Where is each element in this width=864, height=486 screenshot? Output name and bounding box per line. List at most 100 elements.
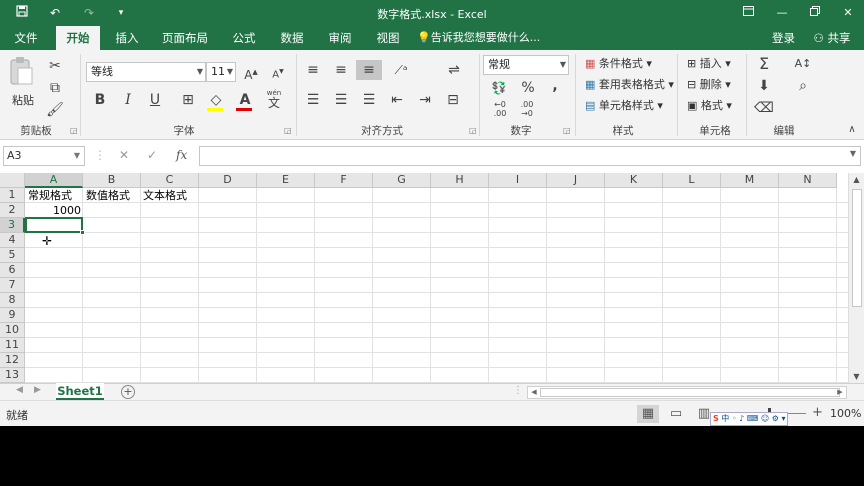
scroll-down-icon[interactable]: ▼ — [849, 371, 864, 383]
horizontal-scrollbar[interactable]: ◀ ▶ — [527, 386, 847, 399]
column-header-e[interactable]: E — [257, 173, 315, 188]
row-header-7[interactable]: 7 — [0, 278, 25, 293]
cut-icon[interactable]: ✂ — [45, 56, 65, 76]
orientation-icon[interactable]: ⟋ᵃ — [391, 60, 411, 80]
delete-cells-button[interactable]: ⊟ 删除 ▾ — [687, 76, 731, 94]
percent-button[interactable]: % — [518, 78, 538, 98]
column-header-n[interactable]: N — [779, 173, 837, 188]
row-header-6[interactable]: 6 — [0, 263, 25, 278]
find-select-icon[interactable]: ⌕ — [793, 76, 813, 96]
shrink-font-icon[interactable]: A▼ — [268, 62, 288, 82]
increase-decimal-icon[interactable]: ←0.00 — [490, 100, 510, 120]
name-box[interactable]: A3 ▼ — [3, 146, 85, 166]
align-bottom-icon[interactable]: ≡ — [356, 60, 382, 80]
cancel-icon[interactable]: ✕ — [119, 148, 129, 162]
fill-icon[interactable]: ⬇ — [754, 76, 774, 96]
column-header-i[interactable]: I — [489, 173, 547, 188]
tab-split-icon[interactable]: ⋮ — [513, 385, 523, 396]
tab-home[interactable]: 开始 — [56, 26, 100, 50]
clear-icon[interactable]: ⌫ — [754, 98, 774, 118]
accounting-format-icon[interactable]: 💱 — [489, 78, 509, 98]
align-left-icon[interactable]: ☰ — [303, 90, 323, 110]
tab-data[interactable]: 数据 — [273, 26, 311, 50]
align-top-icon[interactable]: ≡ — [303, 60, 323, 80]
column-header-g[interactable]: G — [373, 173, 431, 188]
column-header-l[interactable]: L — [663, 173, 721, 188]
row-header-10[interactable]: 10 — [0, 323, 25, 338]
prev-sheet-icon[interactable]: ◀ — [16, 385, 23, 395]
align-middle-icon[interactable]: ≡ — [331, 60, 351, 80]
formula-input[interactable]: ▼ — [199, 146, 861, 166]
row-header-9[interactable]: 9 — [0, 308, 25, 323]
row-header-2[interactable]: 2 — [0, 203, 25, 218]
active-cell-a3[interactable] — [25, 217, 85, 235]
underline-button[interactable]: U — [145, 90, 165, 110]
grow-font-icon[interactable]: A▲ — [241, 62, 261, 82]
fill-color-icon[interactable]: ◇ — [206, 90, 226, 110]
insert-cells-button[interactable]: ⊞ 插入 ▾ — [687, 55, 731, 73]
tab-insert[interactable]: 插入 — [108, 26, 146, 50]
wrap-text-icon[interactable]: ⇌ — [444, 60, 464, 80]
select-all-button[interactable] — [0, 173, 25, 188]
column-header-a[interactable]: A — [25, 173, 83, 188]
copy-icon[interactable]: ⧉ — [45, 78, 65, 98]
column-header-c[interactable]: C — [141, 173, 199, 188]
fill-handle[interactable] — [80, 230, 85, 235]
align-right-icon[interactable]: ☰ — [359, 90, 379, 110]
restore-icon[interactable] — [804, 4, 826, 22]
phonetic-icon[interactable]: wén 文 — [266, 90, 282, 110]
scroll-right-icon[interactable]: ▶ — [834, 387, 846, 398]
increase-indent-icon[interactable]: ⇥ — [415, 90, 435, 110]
horizontal-scroll-thumb[interactable] — [540, 388, 840, 397]
column-header-d[interactable]: D — [199, 173, 257, 188]
column-header-f[interactable]: F — [315, 173, 373, 188]
conditional-formatting-button[interactable]: ▦ 条件格式 ▾ — [585, 55, 652, 73]
worksheet-grid[interactable]: ABCDEFGHIJKLMN 1 2 3 4 5 6 7 8 9 10 11 12 13 常规格式 数值… — [0, 173, 848, 383]
column-header-b[interactable]: B — [83, 173, 141, 188]
tab-view[interactable]: 视图 — [369, 26, 407, 50]
tell-me-box[interactable]: 💡告诉我您想要做什么... — [417, 26, 540, 50]
decrease-decimal-icon[interactable]: .00 →0 — [517, 100, 537, 120]
paste-button[interactable]: 粘贴 — [8, 56, 36, 116]
normal-view-icon[interactable]: ▦ — [637, 405, 659, 423]
row-header-8[interactable]: 8 — [0, 293, 25, 308]
add-sheet-icon[interactable]: + — [121, 385, 135, 399]
row-header-13[interactable]: 13 — [0, 368, 25, 383]
collapse-ribbon-icon[interactable]: ∧ — [842, 120, 862, 140]
row-header-4[interactable]: 4 — [0, 233, 25, 248]
align-center-icon[interactable]: ☰ — [331, 90, 351, 110]
vertical-scrollbar[interactable]: ▲ ▼ — [848, 173, 864, 383]
tab-page-layout[interactable]: 页面布局 — [157, 26, 213, 50]
comma-button[interactable]: , — [545, 76, 565, 96]
expand-formula-icon[interactable]: ▼ — [850, 149, 856, 158]
alignment-launcher-icon[interactable]: ◲ — [469, 126, 477, 135]
cell-styles-button[interactable]: ▤ 单元格样式 ▾ — [585, 97, 663, 115]
column-header-j[interactable]: J — [547, 173, 605, 188]
font-launcher-icon[interactable]: ◲ — [284, 126, 292, 135]
cell-b1[interactable]: 数值格式 — [84, 188, 132, 203]
insert-function-icon[interactable]: fx — [176, 148, 187, 162]
page-layout-view-icon[interactable]: ▭ — [665, 405, 687, 423]
scroll-left-icon[interactable]: ◀ — [528, 387, 540, 398]
close-icon[interactable]: ✕ — [837, 4, 859, 22]
number-format-combo[interactable]: 常规 ▼ — [483, 55, 569, 75]
number-launcher-icon[interactable]: ◲ — [563, 126, 571, 135]
enter-icon[interactable]: ✓ — [147, 148, 157, 162]
minimize-icon[interactable]: — — [771, 4, 793, 22]
scroll-up-icon[interactable]: ▲ — [849, 174, 864, 186]
zoom-level[interactable]: 100% — [830, 407, 861, 420]
login-button[interactable]: 登录 — [772, 26, 795, 50]
autosum-icon[interactable]: Σ — [754, 54, 774, 74]
font-color-button[interactable]: A — [235, 90, 255, 110]
format-painter-icon[interactable]: 🖌 — [45, 100, 65, 120]
ribbon-display-icon[interactable] — [737, 4, 759, 22]
merge-center-icon[interactable]: ⊟ — [443, 90, 463, 110]
font-name-combo[interactable]: 等线 ▼ — [86, 62, 206, 82]
column-header-k[interactable]: K — [605, 173, 663, 188]
row-header-1[interactable]: 1 — [0, 188, 25, 203]
bold-button[interactable]: B — [90, 90, 110, 110]
decrease-indent-icon[interactable]: ⇤ — [387, 90, 407, 110]
column-header-m[interactable]: M — [721, 173, 779, 188]
row-header-5[interactable]: 5 — [0, 248, 25, 263]
cell-a2[interactable]: 1000 — [26, 203, 83, 218]
